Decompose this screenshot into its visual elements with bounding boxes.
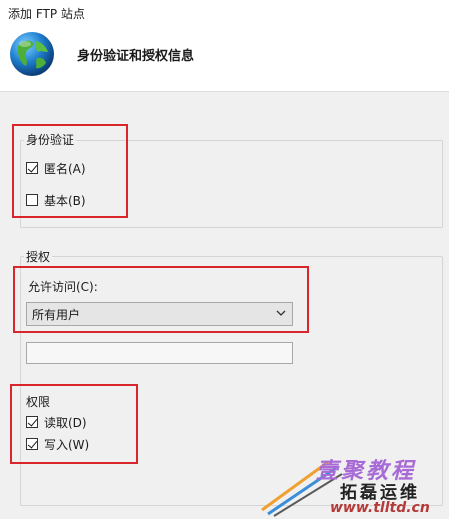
window-title: 添加 FTP 站点	[8, 7, 85, 21]
permissions-group-title: 权限	[26, 395, 51, 409]
allow-access-dropdown[interactable]: 所有用户	[26, 302, 293, 326]
authentication-group	[20, 140, 443, 228]
globe-icon	[10, 32, 54, 76]
read-checkbox[interactable]	[26, 416, 38, 428]
anonymous-checkbox[interactable]	[26, 162, 38, 174]
header: 添加 FTP 站点 身份验证和授权信息	[0, 0, 449, 92]
authorization-group-title: 授权	[24, 248, 53, 265]
anonymous-checkbox-row[interactable]: 匿名(A)	[26, 159, 86, 177]
read-checkbox-row[interactable]: 读取(D)	[26, 413, 87, 431]
watermark-url: www.tlltd.cn	[330, 500, 430, 516]
authentication-group-title: 身份验证	[24, 131, 77, 148]
page-title: 身份验证和授权信息	[77, 49, 195, 64]
allow-access-selected-value: 所有用户	[32, 307, 81, 322]
write-checkbox-row[interactable]: 写入(W)	[26, 435, 89, 453]
basic-checkbox[interactable]	[26, 194, 38, 206]
basic-checkbox-row[interactable]: 基本(B)	[26, 191, 86, 209]
write-checkbox[interactable]	[26, 438, 38, 450]
basic-label: 基本(B)	[44, 193, 86, 208]
allow-access-label: 允许访问(C):	[28, 280, 98, 294]
anonymous-label: 匿名(A)	[44, 161, 86, 176]
write-label: 写入(W)	[44, 437, 90, 452]
read-label: 读取(D)	[44, 415, 87, 430]
chevron-down-icon	[276, 310, 286, 316]
user-names-field[interactable]	[26, 342, 293, 364]
